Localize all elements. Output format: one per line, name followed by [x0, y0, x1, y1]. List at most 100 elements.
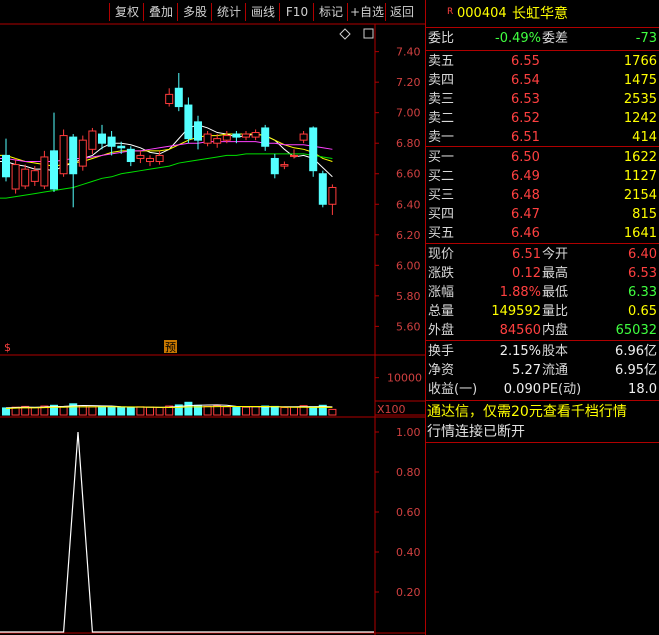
stat-row: 现价 6.51 今开 6.40: [425, 245, 659, 265]
bid-volume: 1641: [623, 226, 657, 241]
kline-chart[interactable]: 7.40 7.20 7.00 6.80 6.60 6.40 6.20 6.00 5.80 5.60…: [0, 0, 425, 635]
ask-label: 卖五: [428, 54, 455, 69]
moving-average-line: [0, 124, 333, 178]
panel-toggle-icon: [363, 28, 374, 39]
stat-row-lbl2: 最低: [542, 285, 569, 300]
connection-status: 行情连接已断开: [425, 422, 659, 442]
stat-row-v1: 1.88%: [499, 285, 541, 300]
stat-row-v2: 0.65: [628, 304, 657, 319]
candle-body: [11, 164, 20, 190]
stat-row-v1: 149592: [491, 304, 541, 319]
fundamental-row-lbl: 换手: [428, 344, 455, 359]
stat-row: 外盘 84560 内盘 65032: [425, 321, 659, 341]
committee-ratio-value: -0.49%: [495, 31, 541, 46]
candle-body: [165, 93, 174, 105]
fundamental-row-lbl2: 股本: [542, 344, 569, 359]
stat-row-lbl2: 今开: [542, 247, 569, 262]
candle-body: [155, 154, 164, 163]
candle-body: [136, 154, 145, 159]
volume-bar: [107, 406, 116, 416]
ask-label: 卖二: [428, 111, 455, 126]
volume-bar: [251, 406, 260, 416]
volume-bar: [232, 407, 241, 416]
candle-body: [69, 136, 78, 175]
ask-label: 卖四: [428, 73, 455, 88]
stat-row-lbl2: 量比: [542, 304, 569, 319]
bid-volume: 1127: [623, 169, 657, 184]
candle-body: [280, 164, 289, 167]
fundamental-row-lbl: 净资: [428, 363, 455, 378]
candle-body: [309, 127, 318, 172]
stat-row-lbl: 涨跌: [428, 266, 455, 281]
indicator-line: [0, 431, 374, 633]
status-text: 行情连接已断开: [427, 424, 525, 440]
stat-row-v1: 6.51: [512, 247, 541, 262]
ask-row: 卖一 6.51 414: [425, 128, 659, 148]
divider: [425, 243, 659, 244]
candle-body: [261, 127, 270, 147]
price-tick-label: 6.80: [396, 137, 421, 150]
candle-body: [146, 157, 154, 163]
ask-label: 卖一: [428, 130, 455, 145]
ask-price: 6.55: [511, 54, 540, 69]
price-tick-label: 7.40: [396, 46, 421, 59]
fundamental-row-lbl2: 流通: [542, 363, 569, 378]
candle-body: [242, 133, 250, 138]
price-tick-label: 6.00: [396, 259, 421, 272]
split-marker: $: [4, 341, 11, 354]
price-tick-label: 5.80: [396, 290, 421, 303]
volume-bar: [280, 407, 289, 416]
promo-link[interactable]: 通达信，仅需20元查看千档行情: [425, 401, 659, 423]
ask-price: 6.52: [511, 111, 540, 126]
candle-body: [2, 154, 10, 178]
promo-text[interactable]: 通达信，仅需20元查看千档行情: [427, 401, 627, 423]
candle-body: [50, 150, 58, 190]
candle-body: [184, 104, 193, 140]
ask-row: 卖二 6.52 1242: [425, 109, 659, 129]
committee-diff-value: -73: [635, 31, 657, 46]
bid-label: 买三: [428, 188, 455, 203]
divider: [425, 146, 659, 147]
volume-bar: [126, 407, 135, 416]
price-tick-label: 7.00: [396, 107, 421, 120]
bid-price: 6.49: [511, 169, 540, 184]
forecast-marker: 预: [165, 341, 176, 354]
candle-body: [318, 173, 327, 205]
stock-code: 000404: [457, 6, 507, 21]
candle-body: [30, 170, 39, 182]
bid-row: 买三 6.48 2154: [425, 186, 659, 206]
volume-bar: [30, 407, 39, 416]
price-tick-label: 6.60: [396, 168, 421, 181]
bid-label: 买一: [428, 150, 455, 165]
volume-unit-label: X100: [377, 403, 406, 416]
bid-label: 买四: [428, 207, 455, 222]
ask-volume: 414: [632, 130, 657, 145]
bid-price: 6.48: [511, 188, 540, 203]
ask-volume: 1475: [623, 73, 657, 88]
volume-bar: [328, 408, 337, 416]
volume-bar: [146, 406, 154, 416]
fundamental-row-v1: 5.27: [512, 363, 541, 378]
stat-row-v2: 6.53: [628, 266, 657, 281]
volume-bar: [2, 407, 10, 416]
candle-body: [40, 156, 49, 187]
fundamental-row-v2: 18.0: [628, 382, 657, 397]
volume-tick-label: 10000: [387, 372, 422, 385]
volume-bar: [261, 405, 270, 416]
volume-bar: [184, 401, 193, 416]
stat-row-v1: 0.12: [512, 266, 541, 281]
ask-volume: 2535: [623, 92, 657, 107]
bid-volume: 815: [632, 207, 657, 222]
stat-row-lbl: 总量: [428, 304, 455, 319]
bid-volume: 2154: [623, 188, 657, 203]
stat-row-lbl: 涨幅: [428, 285, 455, 300]
volume-bar: [309, 406, 318, 416]
stock-header: R 000404 长虹华意: [425, 4, 659, 26]
stat-row-lbl: 现价: [428, 247, 455, 262]
bid-price: 6.50: [511, 150, 540, 165]
divider: [425, 340, 659, 341]
indicator-tick-label: 0.40: [396, 546, 421, 559]
stat-row-lbl2: 内盘: [542, 323, 569, 338]
committee-diff-label: 委差: [542, 31, 569, 46]
moving-average-line: [0, 153, 333, 199]
